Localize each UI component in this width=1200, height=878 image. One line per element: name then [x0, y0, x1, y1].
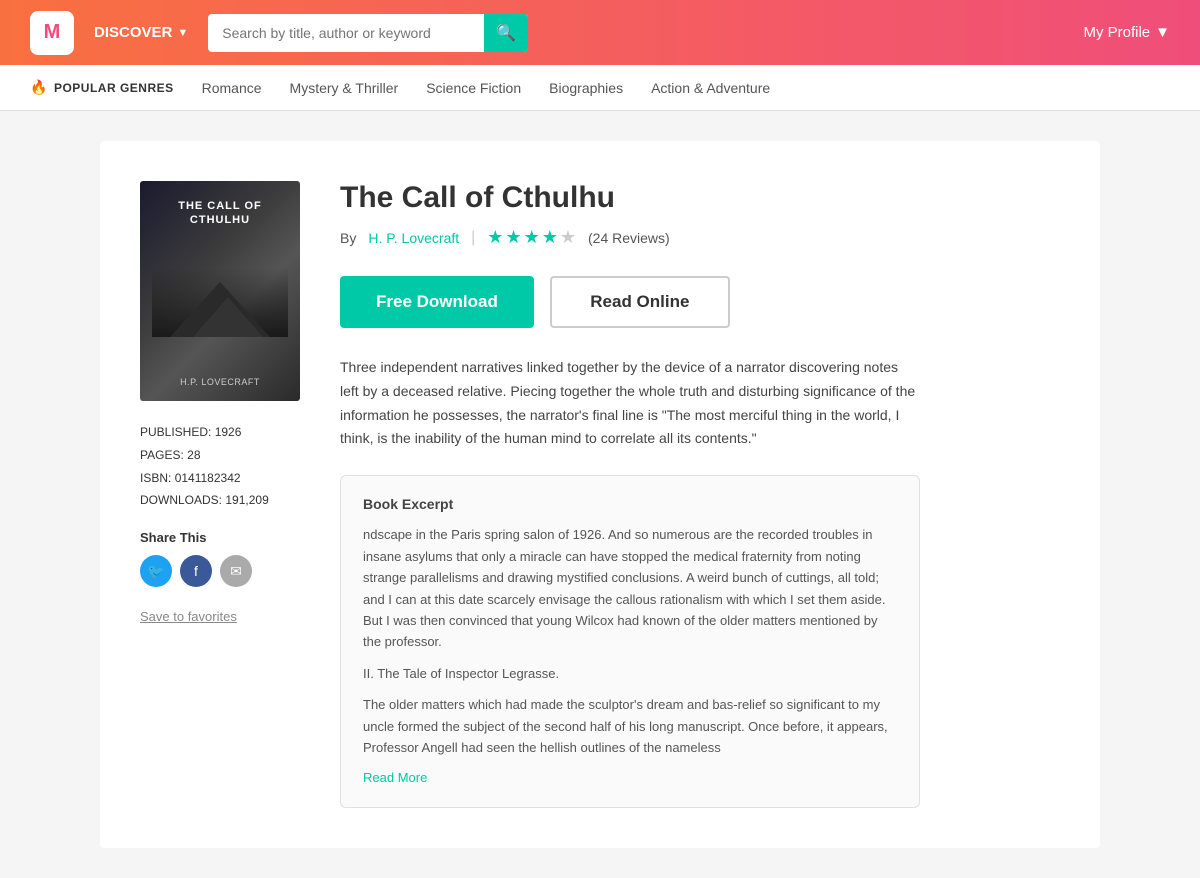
- free-download-button[interactable]: Free Download: [340, 276, 534, 328]
- cover-author: H.P. LOVECRAFT: [180, 377, 260, 387]
- flame-icon: 🔥: [30, 79, 48, 96]
- search-input[interactable]: [208, 25, 484, 41]
- excerpt-title: Book Excerpt: [363, 496, 897, 512]
- author-rating-row: By H. P. Lovecraft | ★ ★ ★ ★ ★ (24 Revie…: [340, 227, 1060, 248]
- excerpt-subtitle: II. The Tale of Inspector Legrasse.: [363, 663, 897, 684]
- popular-genres-label: 🔥 POPULAR GENRES: [30, 79, 174, 96]
- author-link[interactable]: H. P. Lovecraft: [368, 230, 459, 246]
- genre-action[interactable]: Action & Adventure: [651, 80, 770, 96]
- excerpt-text-1: ndscape in the Paris spring salon of 192…: [363, 524, 897, 653]
- divider: |: [471, 229, 475, 247]
- book-description: Three independent narratives linked toge…: [340, 356, 920, 451]
- genre-scifi[interactable]: Science Fiction: [426, 80, 521, 96]
- published-row: PUBLISHED: 1926: [140, 421, 300, 444]
- read-online-button[interactable]: Read Online: [550, 276, 730, 328]
- pages-row: PAGES: 28: [140, 444, 300, 467]
- search-icon: 🔍: [496, 23, 516, 43]
- main-content: THE CALL OF CTHULHU H.P. LOVECRAFT PUBLI…: [100, 141, 1100, 848]
- downloads-row: DOWNLOADS: 191,209: [140, 489, 300, 512]
- excerpt-text-3: The older matters which had made the scu…: [363, 694, 897, 758]
- share-section: Share This 🐦 f ✉: [140, 530, 300, 587]
- book-title: The Call of Cthulhu: [340, 181, 1060, 215]
- by-label: By: [340, 230, 356, 246]
- share-label: Share This: [140, 530, 300, 545]
- star-rating: ★ ★ ★ ★ ★: [487, 227, 576, 248]
- search-bar: 🔍: [208, 14, 528, 52]
- profile-arrow-icon: ▼: [1155, 24, 1170, 41]
- excerpt-box: Book Excerpt ndscape in the Paris spring…: [340, 475, 920, 807]
- save-favorites-link[interactable]: Save to favorites: [140, 609, 300, 624]
- review-count: (24 Reviews): [588, 230, 670, 246]
- star-3: ★: [524, 227, 540, 248]
- facebook-share-button[interactable]: f: [180, 555, 212, 587]
- discover-arrow-icon: ▼: [177, 27, 188, 39]
- read-more-link[interactable]: Read More: [363, 770, 427, 785]
- right-content: The Call of Cthulhu By H. P. Lovecraft |…: [340, 181, 1060, 808]
- star-5: ★: [560, 227, 576, 248]
- my-profile-button[interactable]: My Profile ▼: [1083, 24, 1170, 41]
- share-icons: 🐦 f ✉: [140, 555, 300, 587]
- search-button[interactable]: 🔍: [484, 14, 528, 52]
- cover-title: THE CALL OF CTHULHU: [152, 199, 288, 228]
- book-meta: PUBLISHED: 1926 PAGES: 28 ISBN: 01411823…: [140, 421, 300, 512]
- genre-mystery[interactable]: Mystery & Thriller: [290, 80, 399, 96]
- book-cover: THE CALL OF CTHULHU H.P. LOVECRAFT: [140, 181, 300, 401]
- header: M DISCOVER ▼ 🔍 My Profile ▼: [0, 0, 1200, 65]
- star-1: ★: [487, 227, 503, 248]
- genre-biographies[interactable]: Biographies: [549, 80, 623, 96]
- discover-button[interactable]: DISCOVER ▼: [94, 24, 188, 41]
- email-share-button[interactable]: ✉: [220, 555, 252, 587]
- action-buttons: Free Download Read Online: [340, 276, 1060, 328]
- genres-nav: 🔥 POPULAR GENRES Romance Mystery & Thril…: [0, 65, 1200, 111]
- genre-romance[interactable]: Romance: [202, 80, 262, 96]
- cover-mountain-graphic: [152, 267, 288, 337]
- star-2: ★: [505, 227, 521, 248]
- twitter-share-button[interactable]: 🐦: [140, 555, 172, 587]
- left-sidebar: THE CALL OF CTHULHU H.P. LOVECRAFT PUBLI…: [140, 181, 300, 808]
- logo[interactable]: M: [30, 11, 74, 55]
- header-left: M DISCOVER ▼ 🔍: [30, 11, 528, 55]
- isbn-row: ISBN: 0141182342: [140, 467, 300, 490]
- star-4: ★: [542, 227, 558, 248]
